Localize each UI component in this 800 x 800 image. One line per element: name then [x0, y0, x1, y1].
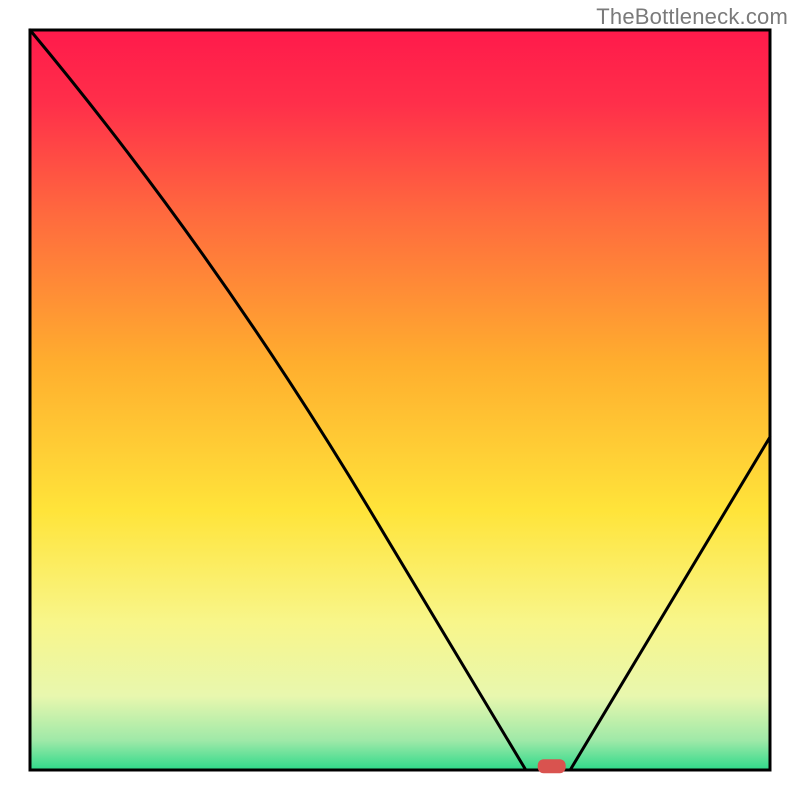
- watermark-text: TheBottleneck.com: [596, 4, 788, 30]
- bottleneck-chart: [0, 0, 800, 800]
- chart-container: TheBottleneck.com: [0, 0, 800, 800]
- plot-background: [30, 30, 770, 770]
- optimal-marker: [538, 759, 566, 773]
